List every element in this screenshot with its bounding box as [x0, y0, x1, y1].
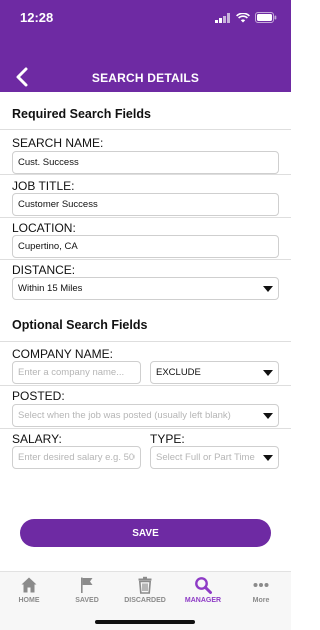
dropdown-caret-icon	[263, 285, 273, 292]
trash-icon	[138, 576, 152, 594]
tab-label: MANAGER	[184, 597, 222, 604]
tab-saved[interactable]: SAVED	[58, 576, 116, 604]
save-button[interactable]: SAVE	[20, 519, 271, 547]
signal-icon	[215, 12, 230, 23]
salary-label: SALARY:	[12, 432, 62, 446]
page-title: SEARCH DETAILS	[91, 71, 200, 85]
location-label: LOCATION:	[12, 221, 76, 235]
wifi-icon	[236, 12, 250, 22]
divider	[0, 428, 291, 429]
type-label: TYPE:	[150, 432, 185, 446]
divider	[0, 259, 291, 260]
tab-label: More	[252, 597, 270, 604]
search-icon	[195, 577, 212, 594]
type-placeholder: Select Full or Part Time	[156, 452, 255, 463]
tab-discarded[interactable]: DISCARDED	[116, 576, 174, 604]
dropdown-caret-icon	[263, 369, 273, 376]
divider	[0, 341, 291, 342]
dropdown-caret-icon	[263, 412, 273, 419]
distance-select[interactable]: Within 15 Miles	[12, 277, 279, 300]
company-name-label: COMPANY NAME:	[12, 347, 113, 361]
company-mode-value: EXCLUDE	[156, 367, 201, 378]
posted-select[interactable]: Select when the job was posted (usually …	[12, 404, 279, 427]
job-title-label: JOB TITLE:	[12, 179, 75, 193]
distance-value: Within 15 Miles	[18, 283, 83, 294]
search-name-label: SEARCH NAME:	[12, 136, 104, 150]
divider	[0, 217, 291, 218]
tab-label: SAVED	[75, 597, 99, 604]
status-bar: 12:28	[0, 0, 291, 36]
tab-manager[interactable]: MANAGER	[174, 576, 232, 604]
dropdown-caret-icon	[263, 454, 273, 461]
tab-more[interactable]: More	[232, 576, 290, 604]
tab-label: DISCARDED	[124, 597, 166, 604]
salary-input[interactable]	[12, 446, 141, 469]
home-indicator	[95, 620, 195, 624]
divider	[0, 385, 291, 386]
tab-label: HOME	[18, 597, 40, 604]
tab-home[interactable]: HOME	[0, 576, 58, 604]
type-select[interactable]: Select Full or Part Time	[150, 446, 279, 469]
status-icons	[215, 12, 277, 23]
home-icon	[21, 577, 37, 593]
company-name-input[interactable]	[12, 361, 141, 384]
nav-bar: SEARCH DETAILS	[0, 36, 291, 92]
divider	[0, 174, 291, 175]
required-section-title: Required Search Fields	[12, 107, 151, 121]
posted-label: POSTED:	[12, 389, 65, 403]
flag-icon	[81, 577, 93, 593]
more-icon	[253, 583, 269, 587]
job-title-input[interactable]	[12, 193, 279, 216]
search-name-input[interactable]	[12, 151, 279, 174]
battery-icon	[255, 12, 277, 23]
company-mode-select[interactable]: EXCLUDE	[150, 361, 279, 384]
status-time: 12:28	[20, 10, 54, 25]
location-input[interactable]	[12, 235, 279, 258]
divider	[0, 129, 291, 130]
optional-section-title: Optional Search Fields	[12, 318, 148, 332]
distance-label: DISTANCE:	[12, 263, 76, 277]
posted-placeholder: Select when the job was posted (usually …	[18, 410, 231, 421]
